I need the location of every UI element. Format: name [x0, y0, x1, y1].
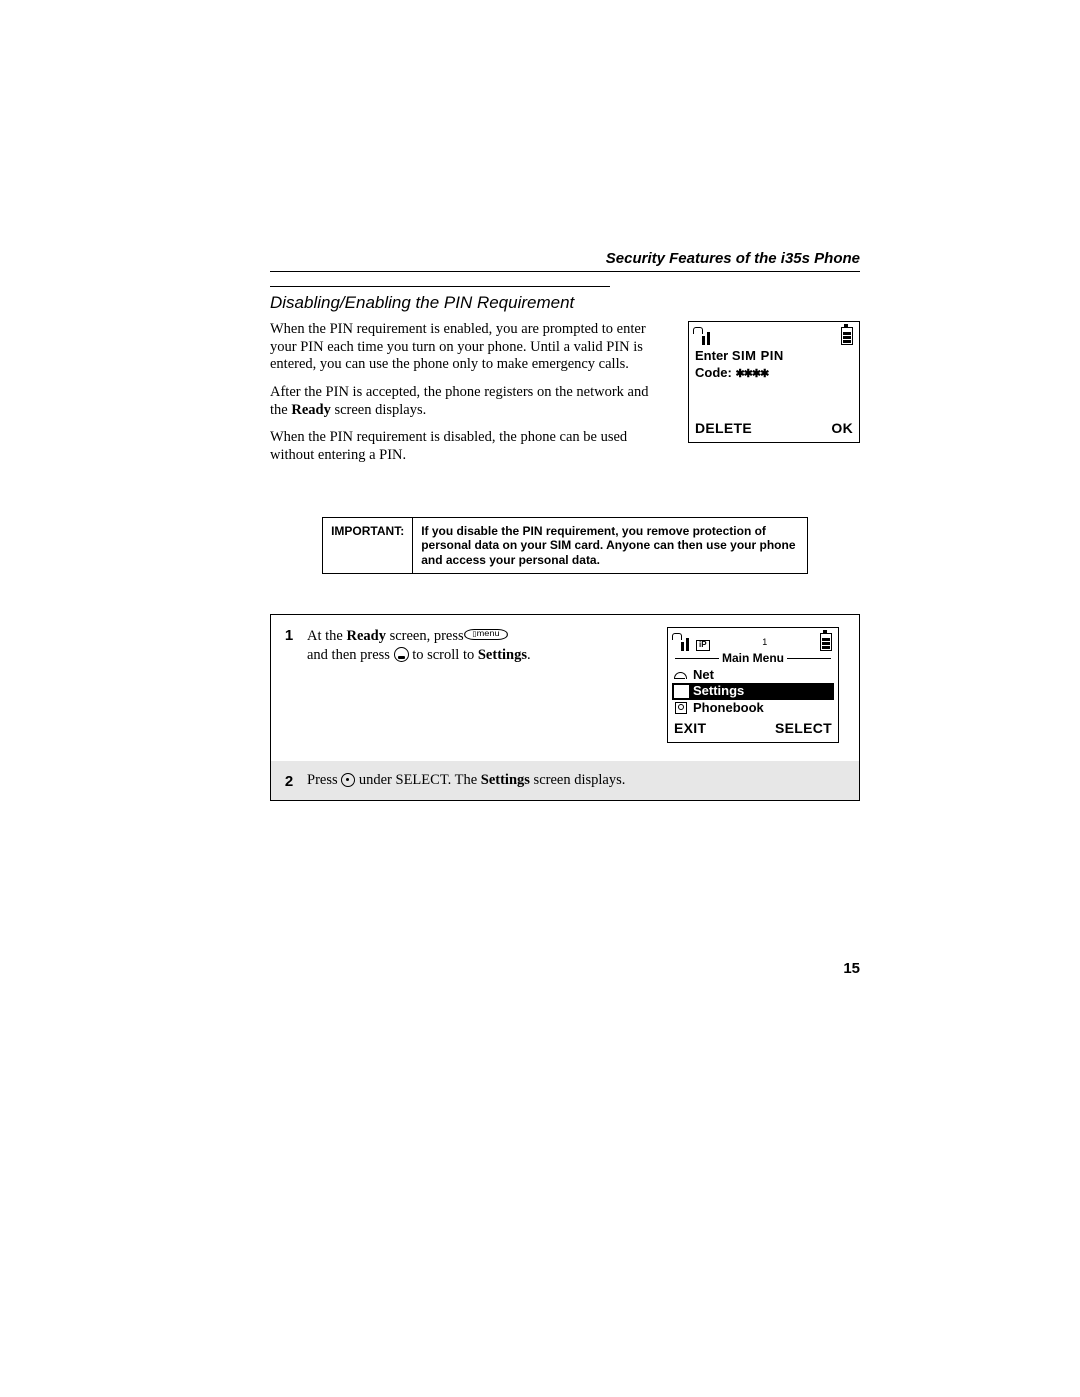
- phone-status-bar: [689, 325, 859, 345]
- intro-text: When the PIN requirement is enabled, you…: [270, 321, 662, 475]
- phone-screen-body: Enter SIM PIN Code: ✱✱✱✱: [689, 345, 859, 383]
- section-heading: Disabling/Enabling the PIN Requirement: [270, 293, 860, 313]
- signal-icon: [674, 636, 692, 651]
- softkey-select: SELECT: [775, 719, 832, 737]
- settings-icon: [674, 685, 689, 698]
- step-2-row: 2 Press under SELECT. The Settings scree…: [271, 761, 859, 800]
- important-callout: IMPORTANT: If you disable the PIN requir…: [322, 517, 808, 574]
- step-2-text: Press under SELECT. The Settings screen …: [307, 771, 849, 790]
- softkey-delete: DELETE: [695, 419, 752, 437]
- phonebook-icon: [674, 702, 689, 715]
- phone-screen-main-menu: iP 1 Main Menu Net: [667, 627, 839, 743]
- step-1-text: At the Ready screen, press ▯menu and the…: [307, 627, 641, 665]
- important-label: IMPORTANT:: [323, 518, 413, 573]
- section-rule: [270, 286, 610, 287]
- phone-softkeys: DELETE OK: [689, 419, 859, 442]
- menu-item-phonebook: Phonebook: [672, 700, 834, 717]
- pin-code-line: Code: ✱✱✱✱: [695, 365, 853, 382]
- step-number-2: 2: [271, 761, 307, 790]
- step-number-1: 1: [271, 615, 307, 644]
- ip-icon: iP: [696, 640, 710, 651]
- menu-item-settings: Settings: [672, 683, 834, 700]
- battery-icon: [820, 633, 832, 651]
- important-text: If you disable the PIN requirement, you …: [413, 518, 807, 573]
- intro-paragraph-1: When the PIN requirement is enabled, you…: [270, 321, 662, 374]
- phone-softkeys-2: EXIT SELECT: [668, 717, 838, 742]
- nav-key-icon: [394, 647, 409, 662]
- running-title: Security Features of the i35s Phone: [270, 250, 860, 267]
- battery-icon: [841, 327, 853, 345]
- signal-icon: [695, 330, 713, 345]
- intro-paragraph-3: When the PIN requirement is disabled, th…: [270, 429, 662, 464]
- enter-sim-pin-label: Enter SIM PIN: [695, 348, 853, 365]
- manual-page: Security Features of the i35s Phone Disa…: [0, 0, 1080, 1397]
- softkey-ok: OK: [831, 419, 853, 437]
- intro-paragraph-2: After the PIN is accepted, the phone reg…: [270, 384, 662, 419]
- menu-key-icon: ▯menu: [464, 629, 508, 640]
- menu-item-net: Net: [672, 667, 834, 684]
- intro-block: When the PIN requirement is enabled, you…: [270, 321, 860, 475]
- step-1-row: 1 At the Ready screen, press ▯menu and t…: [271, 615, 859, 761]
- phone-screen-pin: Enter SIM PIN Code: ✱✱✱✱ DELETE OK: [688, 321, 860, 443]
- steps-table: 1 At the Ready screen, press ▯menu and t…: [270, 614, 860, 801]
- main-menu-title: Main Menu: [672, 651, 834, 667]
- page-number: 15: [843, 960, 860, 977]
- phone-menu-body: Main Menu Net Settings Phonebook: [668, 651, 838, 717]
- phone-status-bar-2: iP 1: [668, 631, 838, 651]
- net-icon: [674, 669, 689, 682]
- softkey-exit: EXIT: [674, 719, 706, 737]
- page-header: Security Features of the i35s Phone: [270, 250, 860, 272]
- round-key-icon: [341, 773, 355, 787]
- status-page-num: 1: [762, 637, 767, 649]
